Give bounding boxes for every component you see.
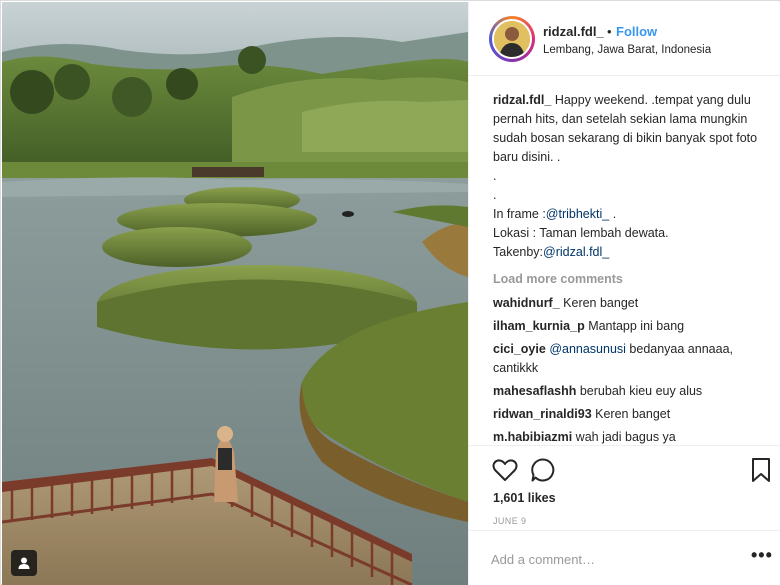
comment-text: Mantapp ini bang [588, 319, 685, 333]
comment-item: cici_oyie @annasunusi bedanyaa annaaa, c… [493, 340, 759, 378]
instagram-post: ridzal.fdl_ • Follow Lembang, Jawa Barat… [0, 0, 780, 585]
add-comment-input[interactable] [491, 549, 731, 569]
comment-username[interactable]: cici_oyie [493, 342, 546, 356]
comments-list[interactable]: ridzal.fdl_ Happy weekend. .tempat yang … [469, 77, 780, 445]
load-more-comments-button[interactable]: Load more comments [493, 268, 759, 290]
landscape-photo [2, 2, 468, 585]
comment-username[interactable]: ilham_kurnia_p [493, 319, 585, 333]
mention-link[interactable]: @ridzal.fdl_ [543, 245, 609, 259]
comment-text: Keren banget [563, 296, 639, 310]
caption-username[interactable]: ridzal.fdl_ [493, 93, 551, 107]
comment-text: berubah kieu euy alus [579, 384, 703, 398]
comment-item: ridwan_rinaldi93 Keren banget [493, 405, 759, 424]
more-options-button[interactable]: ••• [751, 545, 773, 566]
comment-username[interactable]: ridwan_rinaldi93 [493, 407, 592, 421]
caption-dot: . [493, 169, 497, 183]
post-date[interactable]: JUNE 9 [493, 516, 526, 526]
in-frame-label: In frame : [493, 207, 546, 221]
avatar[interactable] [492, 19, 532, 59]
likes-count[interactable]: 1,601 likes [493, 491, 556, 505]
mention-link[interactable]: @tribhekti_ [546, 207, 609, 221]
comment-item: wahidnurf_ Keren banget [493, 294, 759, 313]
bookmark-icon[interactable] [749, 456, 777, 484]
story-ring[interactable] [489, 16, 535, 62]
header-username[interactable]: ridzal.fdl_ [543, 24, 604, 39]
comment-item: m.habibiazmi wah jadi bagus ya [493, 428, 759, 445]
comment-item: mahesaflashh berubah kieu euy alus [493, 382, 759, 401]
comment-item: ilham_kurnia_p Mantapp ini bang [493, 317, 759, 336]
user-tag-icon[interactable] [11, 550, 37, 576]
in-frame-suffix: . [609, 207, 617, 221]
post-header: ridzal.fdl_ • Follow Lembang, Jawa Barat… [469, 2, 780, 76]
header-separator: • [607, 24, 612, 39]
follow-button[interactable]: Follow [616, 24, 657, 39]
takenby-label: Takenby: [493, 245, 544, 259]
comment-username[interactable]: m.habibiazmi [493, 430, 572, 444]
comment-username[interactable]: mahesaflashh [493, 384, 576, 398]
caption-dot: . [493, 188, 497, 202]
caption: ridzal.fdl_ Happy weekend. .tempat yang … [493, 91, 759, 262]
comment-text: Keren banget [595, 407, 671, 421]
comment-bubble-icon[interactable] [529, 456, 557, 484]
mention-link[interactable]: @annasunusi [549, 342, 626, 356]
lokasi-line: Lokasi : Taman lembah dewata. [493, 226, 669, 240]
post-photo[interactable] [2, 2, 468, 585]
heart-icon[interactable] [491, 456, 519, 484]
comment-username[interactable]: wahidnurf_ [493, 296, 560, 310]
comment-text: wah jadi bagus ya [575, 430, 676, 444]
post-side-panel: ridzal.fdl_ • Follow Lembang, Jawa Barat… [468, 2, 780, 585]
add-comment-bar: ••• [469, 530, 780, 585]
location-link[interactable]: Lembang, Jawa Barat, Indonesia [543, 44, 711, 56]
